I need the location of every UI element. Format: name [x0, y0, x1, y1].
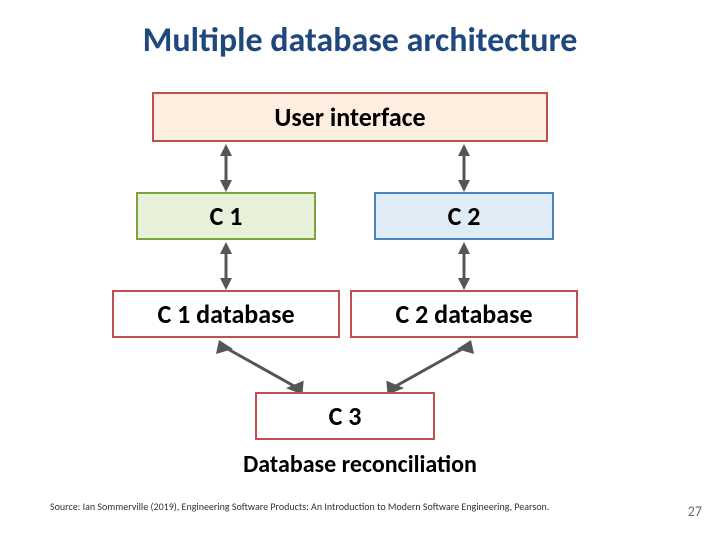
page-number-text: 27 [688, 503, 702, 520]
box-c3-label: C 3 [329, 400, 362, 432]
box-c1-database: C 1 database [112, 290, 340, 338]
diagram-caption-text: Database reconciliation [243, 450, 477, 479]
diagram-caption: Database reconciliation [0, 450, 720, 479]
box-c1-database-label: C 1 database [157, 298, 294, 330]
box-c3: C 3 [255, 392, 435, 440]
slide-title-text: Multiple database architecture [143, 20, 578, 61]
box-user-interface: User interface [152, 92, 548, 142]
box-c2-database-label: C 2 database [395, 298, 532, 330]
source-citation: Source: Ian Sommerville (2019), Engineer… [50, 500, 650, 513]
arrow-ui-c2 [454, 144, 474, 192]
box-user-interface-label: User interface [274, 101, 425, 133]
slide-title: Multiple database architecture [0, 20, 720, 61]
arrow-db2-c3 [384, 340, 474, 394]
box-c1-label: C 1 [210, 200, 243, 232]
source-citation-text: Source: Ian Sommerville (2019), Engineer… [50, 500, 549, 513]
arrow-ui-c1 [216, 144, 236, 192]
box-c2-label: C 2 [448, 200, 481, 232]
arrow-c1-db1 [216, 242, 236, 290]
box-c2: C 2 [374, 192, 554, 240]
arrow-c2-db2 [454, 242, 474, 290]
slide: Multiple database architecture User inte… [0, 0, 720, 540]
page-number: 27 [688, 503, 702, 520]
box-c2-database: C 2 database [350, 290, 578, 338]
box-c1: C 1 [136, 192, 316, 240]
arrow-db1-c3 [216, 340, 306, 394]
